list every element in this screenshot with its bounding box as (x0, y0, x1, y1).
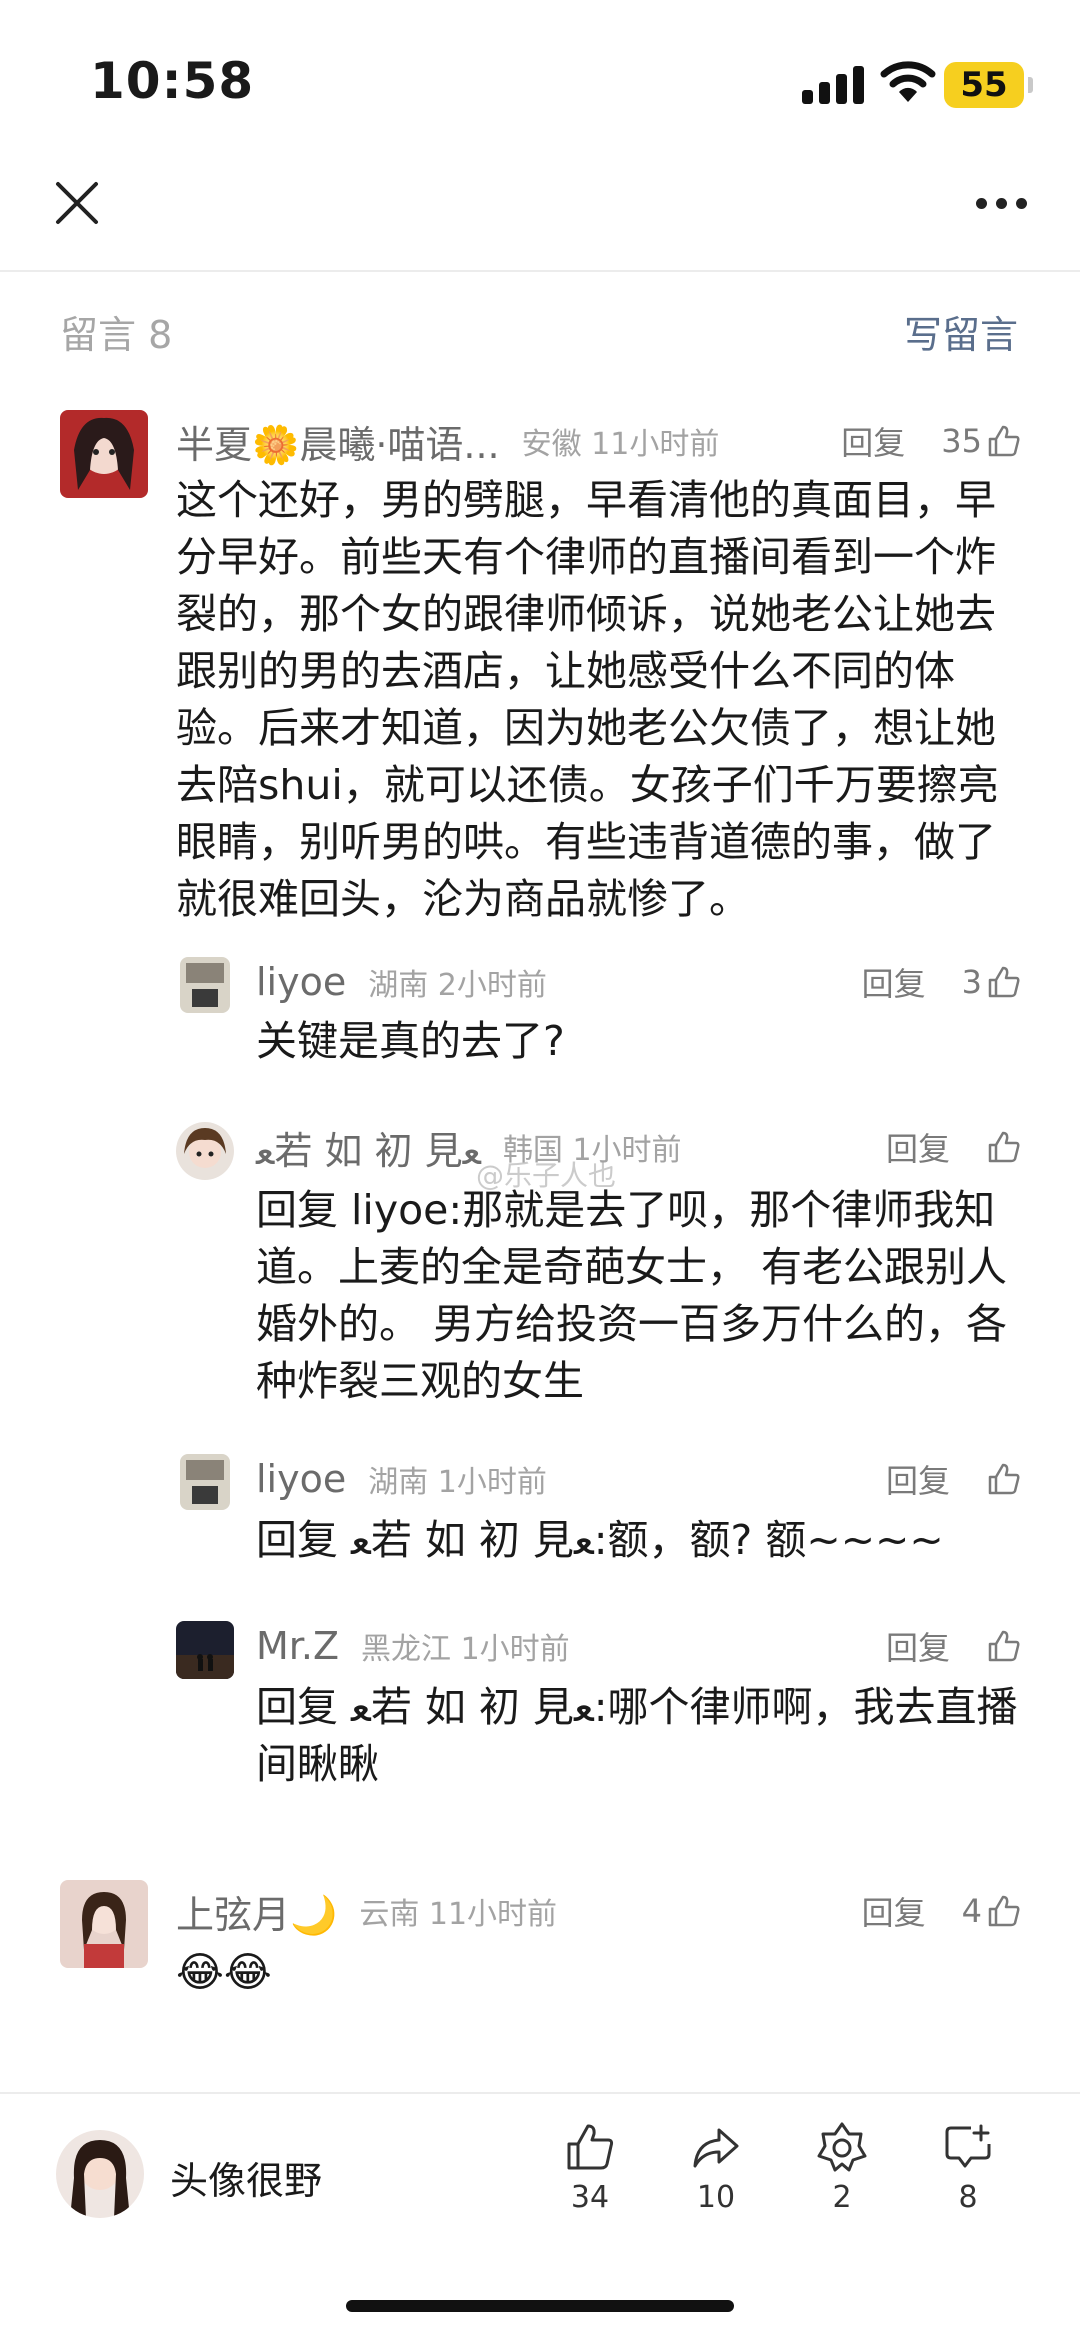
reply-button[interactable]: 回复 (886, 1623, 950, 1669)
avatar[interactable] (60, 410, 148, 498)
reply-body: 额，额? 额~~~~ (607, 1516, 944, 1564)
nav-bar (0, 150, 1080, 272)
favorite-action-count: 2 (832, 2180, 852, 2215)
comment-author[interactable]: ﻌ若 如 初 見ﻌ (256, 1120, 481, 1175)
comment-item: 半夏🌼晨曦·喵语... 安徽 11小时前 回复 35 这个还好，男的劈腿，早看清… (0, 410, 1080, 923)
signal-icon (802, 64, 866, 104)
comment-location-time: 湖南 2小时前 (368, 968, 547, 1003)
comment-location-time: 湖南 1小时前 (368, 1465, 547, 1500)
comment-author[interactable]: liyoe (256, 960, 346, 1004)
comment-author[interactable]: Mr.Z (256, 1624, 339, 1668)
comments-count-label: 留言 8 (60, 313, 173, 357)
share-action-button[interactable]: 10 (666, 2120, 766, 2215)
comment-author[interactable]: liyoe (256, 1457, 346, 1501)
comment-location-time: 安徽 11小时前 (521, 427, 720, 462)
status-time: 10:58 (90, 52, 255, 110)
thumb-up-icon (988, 966, 1020, 998)
comment-item: 上弦月🌙 云南 11小时前 回复 4 😂😂 (0, 1880, 1080, 2020)
favorite-action-button[interactable]: 2 (792, 2120, 892, 2215)
thumb-up-icon (988, 1895, 1020, 1927)
reply-button[interactable]: 回复 (841, 418, 905, 464)
comment-action-count: 8 (958, 2180, 978, 2215)
like-button[interactable]: 3 (962, 963, 1022, 1001)
like-count: 3 (961, 963, 982, 1001)
comment-text: 这个还好，男的劈腿，早看清他的真面目，早分早好。前些天有个律师的直播间看到一个炸… (176, 476, 999, 923)
comment-location-time: 黑龙江 1小时前 (361, 1632, 570, 1667)
comment-author[interactable]: 上弦月🌙 (176, 1884, 337, 1939)
thumb-up-icon (988, 1630, 1020, 1662)
reply-item: liyoe 湖南 1小时前 回复 回复 ﻌ若 如 初 見ﻌ:额，额? 额~~~~ (0, 1450, 1080, 1580)
like-action-button[interactable]: 34 (540, 2120, 640, 2215)
like-count: 35 (941, 422, 982, 460)
thumb-up-icon (988, 1131, 1020, 1163)
watermark: @乐子人也 (476, 1159, 617, 1192)
avatar[interactable] (180, 1454, 230, 1510)
share-action-count: 10 (696, 2180, 736, 2215)
like-button[interactable]: 4 (962, 1892, 1022, 1930)
comment-text: 回复 ﻌ若 如 初 見ﻌ:额，额? 额~~~~ (256, 1512, 1022, 1569)
comment-action-button[interactable]: 8 (918, 2120, 1018, 2215)
favorite-icon (817, 2122, 867, 2172)
write-comment-button[interactable]: 写留言 (904, 304, 1018, 359)
home-indicator (346, 2300, 734, 2312)
reply-item: liyoe 湖南 2小时前 回复 3 关键是真的去了? (0, 953, 1080, 1083)
battery-indicator: 55 (944, 62, 1033, 108)
reply-button[interactable]: 回复 (862, 959, 926, 1005)
comment-text: 关键是真的去了? (256, 1017, 565, 1065)
like-button[interactable] (986, 1461, 1022, 1497)
comment-location-time: 云南 11小时前 (359, 1897, 558, 1932)
like-button[interactable]: 35 (941, 422, 1022, 460)
comment-author[interactable]: 半夏🌼晨曦·喵语... (176, 414, 500, 469)
reply-to-label[interactable]: 回复 ﻌ若 如 初 見ﻌ: (256, 1516, 608, 1564)
like-button[interactable] (986, 1129, 1022, 1165)
user-name[interactable]: 头像很野 (170, 2150, 322, 2205)
comment-text: 😂😂 (176, 1948, 272, 1996)
reply-button[interactable]: 回复 (886, 1456, 950, 1502)
comment-add-icon (945, 2124, 991, 2168)
like-button[interactable] (986, 1628, 1022, 1664)
avatar[interactable] (176, 1122, 234, 1180)
wifi-icon (880, 61, 936, 102)
more-icon[interactable] (976, 190, 1028, 214)
comments-header: 留言 8 写留言 (0, 300, 1080, 360)
thumb-up-icon (567, 2124, 614, 2170)
like-action-count: 34 (570, 2180, 610, 2215)
reply-button[interactable]: 回复 (862, 1888, 926, 1934)
thumb-up-icon (988, 1463, 1020, 1495)
share-icon (693, 2128, 739, 2168)
reply-button[interactable]: 回复 (886, 1124, 950, 1170)
avatar[interactable] (56, 2130, 144, 2218)
status-bar: 10:58 55 (0, 0, 1080, 150)
comment-text: 回复 liyoe:那就是去了呗，那个律师我知道。上麦的全是奇葩女士， 有老公跟别… (256, 1182, 1022, 1410)
avatar[interactable] (60, 1880, 148, 1968)
close-icon[interactable] (52, 178, 102, 228)
comment-text: 回复 ﻌ若 如 初 見ﻌ:哪个律师啊，我去直播间瞅瞅 (256, 1679, 1022, 1793)
reply-to-label[interactable]: 回复 ﻌ若 如 初 見ﻌ: (256, 1683, 608, 1731)
like-count: 4 (961, 1892, 982, 1930)
avatar[interactable] (176, 1621, 234, 1679)
avatar[interactable] (180, 957, 230, 1013)
reply-to-label[interactable]: 回复 liyoe: (256, 1186, 462, 1234)
reply-item: Mr.Z 黑龙江 1小时前 回复 回复 ﻌ若 如 初 見ﻌ:哪个律师啊，我去直播… (0, 1617, 1080, 1797)
thumb-up-icon (988, 425, 1020, 457)
